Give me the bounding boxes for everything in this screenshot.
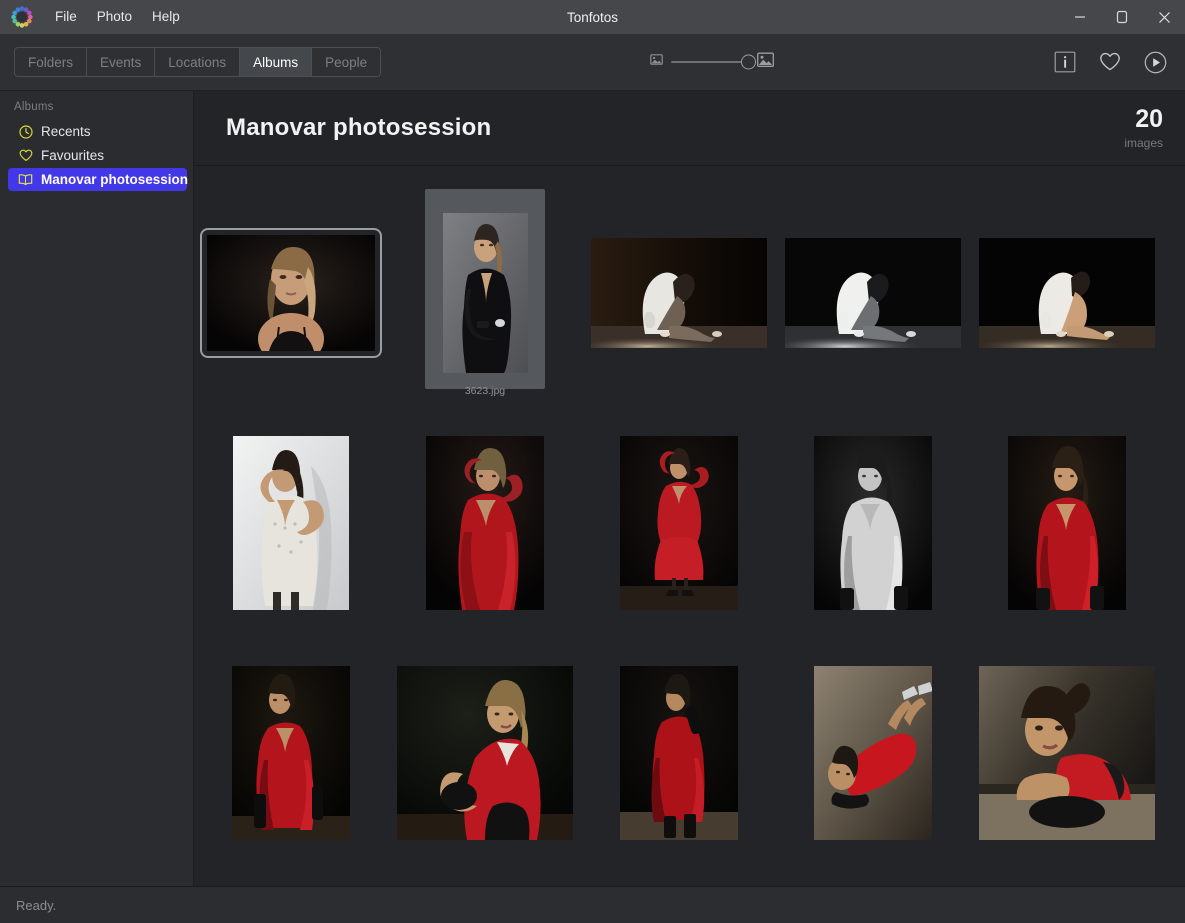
window-controls [1059,0,1185,34]
sidebar-item-label: Recents [41,124,91,139]
photo-thumbnail[interactable] [776,868,970,886]
sidebar-item-manovar-photosession[interactable]: Manovar photosession [8,168,187,191]
photo-thumbnail[interactable] [582,638,776,868]
sidebar-item-favourites[interactable]: Favourites [8,144,187,167]
photo-grid: 3623.jpg [194,166,1185,886]
photo-grid-row [194,868,1185,886]
heart-icon[interactable] [1098,50,1122,74]
small-thumbnail-icon [650,53,663,71]
tab-events[interactable]: Events [87,48,155,76]
menu-help[interactable]: Help [144,6,188,28]
photo-grid-row [194,408,1185,638]
photo-image [232,666,350,840]
photo-image [1008,436,1126,610]
content-area: Manovar photosession 20 images [194,91,1185,886]
photo-thumbnail[interactable] [776,178,970,408]
photo-image [397,666,573,840]
tab-albums[interactable]: Albums [240,48,312,76]
image-count: 20 images [1124,107,1163,149]
photo-thumbnail[interactable] [194,408,388,638]
sidebar-item-label: Manovar photosession [41,172,188,187]
close-icon[interactable] [1143,0,1185,34]
photo-thumbnail[interactable] [194,178,388,408]
photo-thumbnail[interactable] [776,638,970,868]
photo-grid-row [194,638,1185,868]
large-thumbnail-icon [757,52,774,73]
photo-thumbnail[interactable] [970,408,1164,638]
tonfotos-window: File Photo Help Tonfotos Folders Events … [0,0,1185,923]
color-wheel-icon [11,6,33,28]
photo-thumbnail[interactable] [776,408,970,638]
photo-image [979,666,1155,840]
minimize-icon[interactable] [1059,0,1101,34]
photo-image [426,436,544,610]
photo-image [814,436,932,610]
photo-thumbnail[interactable] [970,178,1164,408]
slider-track[interactable] [671,61,749,63]
photo-thumbnail[interactable]: 3623.jpg [388,178,582,408]
tab-locations[interactable]: Locations [155,48,240,76]
photo-image [979,238,1155,348]
photo-thumbnail[interactable] [582,178,776,408]
album-header: Manovar photosession 20 images [194,91,1185,166]
toolbar-actions [1053,50,1167,74]
photo-image [785,238,961,348]
photo-thumbnail[interactable] [194,868,388,886]
photo-thumbnail[interactable] [582,868,776,886]
photo-grid-row: 3623.jpg [194,178,1185,408]
photo-image [443,213,528,373]
photo-thumbnail[interactable] [388,638,582,868]
photo-thumbnail[interactable] [388,868,582,886]
book-icon [18,172,33,187]
photo-image [207,235,375,351]
sidebar: Albums Recents Favourites [0,91,194,886]
maximize-icon[interactable] [1101,0,1143,34]
photo-thumbnail[interactable] [194,638,388,868]
image-count-value: 20 [1124,107,1163,132]
menu-file[interactable]: File [47,6,85,28]
title-bar: File Photo Help Tonfotos [0,0,1185,34]
slider-knob[interactable] [741,55,756,70]
menu-photo[interactable]: Photo [89,6,140,28]
sidebar-item-recents[interactable]: Recents [8,120,187,143]
info-icon[interactable] [1053,50,1077,74]
clock-icon [18,124,33,139]
tab-folders[interactable]: Folders [15,48,87,76]
photo-thumbnail[interactable] [582,408,776,638]
sidebar-item-label: Favourites [41,148,104,163]
thumbnail-size-slider[interactable] [650,34,774,90]
page-title: Manovar photosession [226,114,491,142]
tab-people[interactable]: People [312,48,380,76]
heart-icon [18,148,33,163]
photo-filename: 3623.jpg [388,385,582,397]
photo-image [814,666,932,840]
play-circle-icon[interactable] [1143,50,1167,74]
status-text: Ready. [16,898,56,913]
photo-grid-scroll[interactable]: 3623.jpg [194,166,1185,886]
sidebar-header: Albums [0,99,193,119]
photo-image [233,436,349,610]
photo-thumbnail[interactable] [970,638,1164,868]
photo-image [591,238,767,348]
photo-image [620,436,738,610]
status-bar: Ready. [0,886,1185,923]
toolbar: Folders Events Locations Albums People [0,34,1185,91]
photo-thumbnail[interactable] [970,868,1164,886]
photo-thumbnail[interactable] [388,408,582,638]
menu-bar: File Photo Help [47,6,188,28]
image-count-label: images [1124,137,1163,149]
main-body: Albums Recents Favourites [0,91,1185,886]
view-tabs: Folders Events Locations Albums People [14,47,381,77]
photo-image [620,666,738,840]
